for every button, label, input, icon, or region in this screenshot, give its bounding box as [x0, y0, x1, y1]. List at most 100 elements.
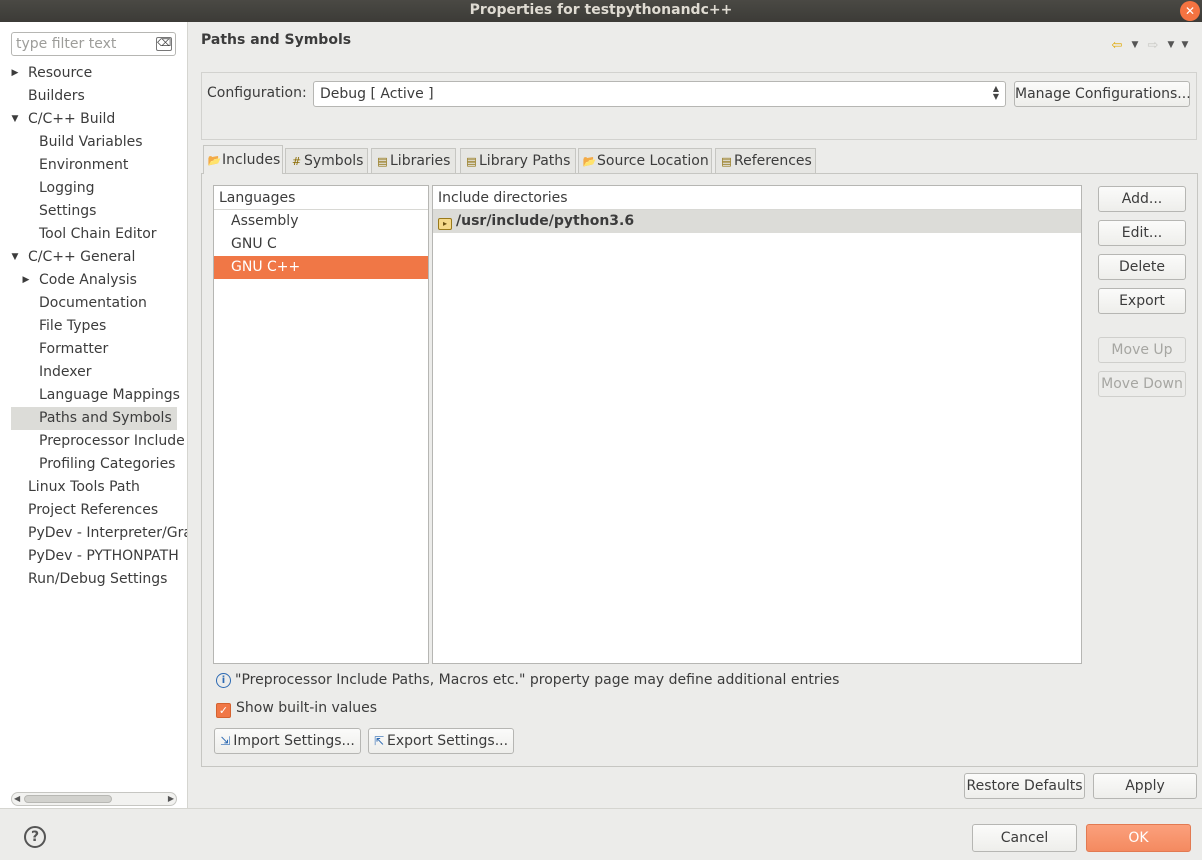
tree-item[interactable]: Linux Tools Path	[0, 476, 187, 499]
configuration-value: Debug [ Active ]	[320, 86, 434, 102]
tree-item-label: Paths and Symbols	[39, 410, 172, 426]
export-settings-button[interactable]: ⇱ Export Settings...	[368, 728, 514, 754]
ok-button[interactable]: OK	[1086, 824, 1191, 852]
tab-icon: #	[291, 155, 302, 168]
scrollbar-thumb[interactable]	[24, 795, 112, 803]
window-close-button[interactable]: ✕	[1180, 1, 1200, 21]
info-message: i "Preprocessor Include Paths, Macros etc…	[216, 672, 839, 688]
tree-item[interactable]: Preprocessor Include	[0, 430, 187, 453]
tree-item-label: Build Variables	[39, 134, 143, 150]
filter-field[interactable]: ⌫	[11, 32, 176, 56]
clear-filter-icon[interactable]: ⌫	[156, 37, 172, 51]
tab-library-paths[interactable]: ▤ Library Paths	[460, 148, 576, 173]
tree-item-label: C/C++ General	[28, 249, 136, 265]
tree-item[interactable]: Profiling Categories	[0, 453, 187, 476]
tree-item[interactable]: ▶ Code Analysis	[0, 269, 187, 292]
help-icon[interactable]: ?	[24, 826, 46, 848]
tree-item[interactable]: Indexer	[0, 361, 187, 384]
move-up-button[interactable]: Move Up	[1098, 337, 1186, 363]
tree-item[interactable]: Run/Debug Settings	[0, 568, 187, 591]
tree-item-label: Language Mappings	[39, 387, 180, 403]
tab-libraries[interactable]: ▤ Libraries	[371, 148, 456, 173]
forward-arrow-icon[interactable]: ⇨	[1144, 38, 1162, 53]
tree-item-label: C/C++ Build	[28, 111, 116, 127]
tab-icon: 📂	[582, 155, 597, 168]
tree-item[interactable]: Project References	[0, 499, 187, 522]
back-dropdown-icon[interactable]: ▼	[1130, 40, 1140, 50]
move-down-button[interactable]: Move Down	[1098, 371, 1186, 397]
language-item[interactable]: GNU C++	[214, 256, 428, 279]
tree-item-label: PyDev - PYTHONPATH	[28, 548, 179, 564]
tree-horizontal-scrollbar[interactable]: ◀ ▶	[11, 792, 177, 806]
export-button[interactable]: Export	[1098, 288, 1186, 314]
collapsed-arrow-icon[interactable]: ▶	[10, 62, 20, 85]
tree-item[interactable]: Formatter	[0, 338, 187, 361]
tab-symbols[interactable]: # Symbols	[285, 148, 368, 173]
tree-item-label: Settings	[39, 203, 97, 219]
tree-item-label: Code Analysis	[39, 272, 137, 288]
export-icon: ⇱	[373, 734, 384, 748]
scroll-left-icon[interactable]: ◀	[14, 793, 20, 805]
delete-button[interactable]: Delete	[1098, 254, 1186, 280]
tree-item[interactable]: Tool Chain Editor	[0, 223, 187, 246]
tree-item[interactable]: PyDev - Interpreter/Gra	[0, 522, 187, 545]
tree-item[interactable]: Language Mappings	[0, 384, 187, 407]
tree-item-label: Formatter	[39, 341, 109, 357]
tree-item[interactable]: Build Variables	[0, 131, 187, 154]
tree-item[interactable]: PyDev - PYTHONPATH	[0, 545, 187, 568]
edit-button[interactable]: Edit...	[1098, 220, 1186, 246]
tree-item-label: Indexer	[39, 364, 92, 380]
import-settings-button[interactable]: ⇲ Import Settings...	[214, 728, 361, 754]
include-folder-icon: ▸	[438, 218, 452, 230]
checkbox-checked-icon[interactable]: ✓	[216, 703, 231, 718]
show-builtin-values-label: Show built-in values	[236, 700, 378, 716]
tree-item[interactable]: Settings	[0, 200, 187, 223]
include-directories-header: Include directories	[433, 186, 1081, 210]
info-icon: i	[216, 673, 231, 688]
tab-label: Library Paths	[479, 153, 571, 169]
languages-header: Languages	[214, 186, 428, 210]
include-directory-item[interactable]: ▸ /usr/include/python3.6	[433, 210, 1081, 233]
tree-item[interactable]: Logging	[0, 177, 187, 200]
expanded-arrow-icon[interactable]: ▼	[10, 108, 20, 131]
tree-item-label: Profiling Categories	[39, 456, 176, 472]
collapsed-arrow-icon[interactable]: ▶	[21, 269, 31, 292]
tree-item-label: File Types	[39, 318, 107, 334]
tree-item[interactable]: ▼ C/C++ Build	[0, 108, 187, 131]
language-item[interactable]: Assembly	[214, 210, 428, 233]
tab-label: Source Location	[597, 153, 709, 169]
tree-item[interactable]: Environment	[0, 154, 187, 177]
tree-item[interactable]: Paths and Symbols	[11, 407, 177, 430]
expanded-arrow-icon[interactable]: ▼	[10, 246, 20, 269]
forward-dropdown-icon[interactable]: ▼	[1166, 40, 1176, 50]
page-title: Paths and Symbols	[201, 32, 352, 48]
tree-item[interactable]: ▶ Resource	[0, 62, 187, 85]
scroll-right-icon[interactable]: ▶	[168, 793, 174, 805]
tab-icon: ▤	[721, 155, 732, 168]
filter-input[interactable]	[12, 33, 152, 55]
configuration-select[interactable]: Debug [ Active ] ▲ ▼	[313, 81, 1006, 107]
tree-item[interactable]: ▼ C/C++ General	[0, 246, 187, 269]
import-icon: ⇲	[220, 734, 231, 748]
tree-item[interactable]: File Types	[0, 315, 187, 338]
add-button[interactable]: Add...	[1098, 186, 1186, 212]
show-builtin-values-checkbox[interactable]: ✓ Show built-in values	[216, 700, 377, 718]
window-title: Properties for testpythonandc++	[469, 2, 733, 18]
manage-configurations-button[interactable]: Manage Configurations...	[1014, 81, 1191, 107]
languages-list[interactable]: Languages Assembly GNU C GNU C++	[213, 185, 429, 664]
apply-button[interactable]: Apply	[1093, 773, 1197, 799]
view-menu-icon[interactable]: ▼	[1180, 40, 1190, 50]
tree-item-label: Project References	[28, 502, 159, 518]
tab-includes[interactable]: 📂Includes	[203, 145, 283, 174]
tab-references[interactable]: ▤ References	[715, 148, 816, 173]
tree-item[interactable]: Documentation	[0, 292, 187, 315]
cancel-button[interactable]: Cancel	[972, 824, 1077, 852]
tab-label: References	[734, 153, 812, 169]
tab-source-location[interactable]: 📂Source Location	[578, 148, 712, 173]
tree-item-label: Preprocessor Include	[39, 433, 185, 449]
include-directories-list[interactable]: Include directories ▸ /usr/include/python…	[432, 185, 1082, 664]
language-item[interactable]: GNU C	[214, 233, 428, 256]
tree-item[interactable]: Builders	[0, 85, 187, 108]
back-arrow-icon[interactable]: ⇦	[1108, 38, 1126, 53]
restore-defaults-button[interactable]: Restore Defaults	[964, 773, 1085, 799]
